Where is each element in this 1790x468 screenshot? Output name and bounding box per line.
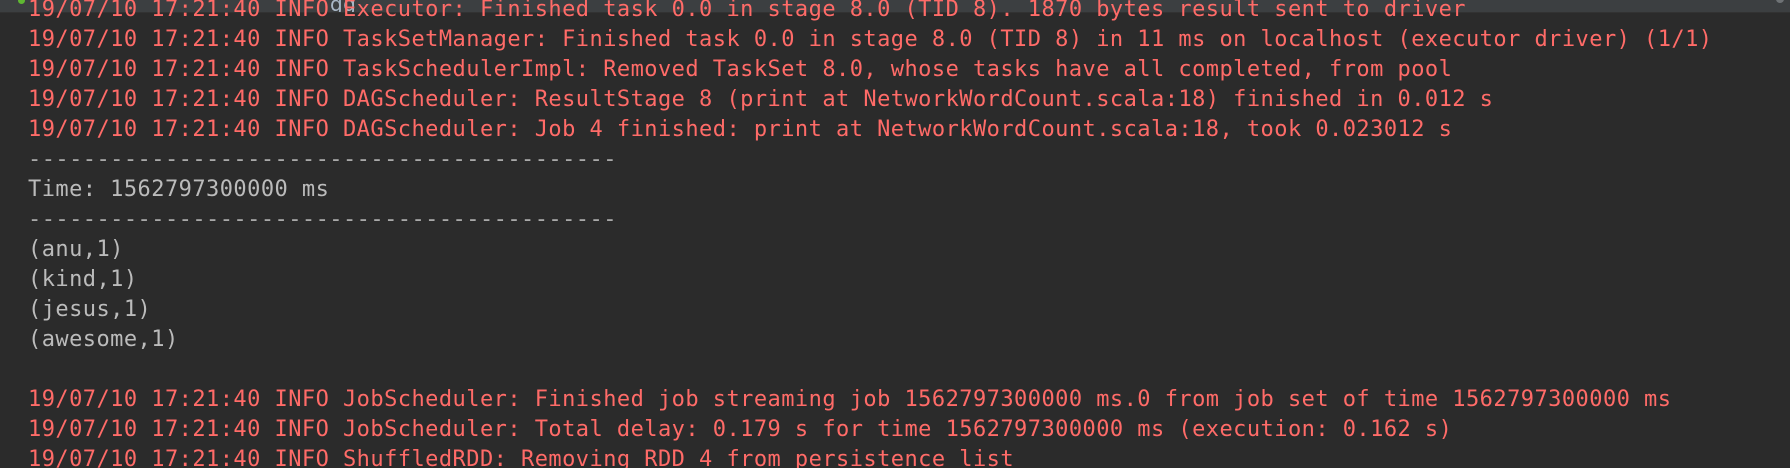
log-line: 19/07/10 17:21:40 INFO TaskSetManager: F… bbox=[28, 27, 1713, 52]
output-line: (kind,1) bbox=[28, 267, 138, 292]
divider-line: ----------------------------------------… bbox=[28, 207, 617, 232]
console-output-panel[interactable]: gg 19/07/10 17:21:40 INFO Executor: Fini… bbox=[0, 0, 1790, 468]
log-line: 19/07/10 17:21:40 INFO Executor: Finishe… bbox=[28, 0, 1466, 22]
log-line: 19/07/10 17:21:40 INFO DAGScheduler: Job… bbox=[28, 117, 1453, 142]
divider-line: ----------------------------------------… bbox=[28, 147, 617, 172]
output-line: (anu,1) bbox=[28, 237, 124, 262]
console-lines: 19/07/10 17:21:40 INFO Executor: Finishe… bbox=[28, 0, 1790, 468]
output-line: (jesus,1) bbox=[28, 297, 152, 322]
running-status-icon bbox=[18, 0, 25, 4]
log-line: 19/07/10 17:21:40 INFO JobScheduler: Fin… bbox=[28, 387, 1672, 412]
log-line: 19/07/10 17:21:40 INFO DAGScheduler: Res… bbox=[28, 87, 1494, 112]
output-line: (awesome,1) bbox=[28, 327, 179, 352]
log-line: 19/07/10 17:21:40 INFO TaskSchedulerImpl… bbox=[28, 57, 1453, 82]
output-line: Time: 1562797300000 ms bbox=[28, 177, 330, 202]
log-line: 19/07/10 17:21:40 INFO ShuffledRDD: Remo… bbox=[28, 447, 1015, 468]
log-line: 19/07/10 17:21:40 INFO JobScheduler: Tot… bbox=[28, 417, 1453, 442]
